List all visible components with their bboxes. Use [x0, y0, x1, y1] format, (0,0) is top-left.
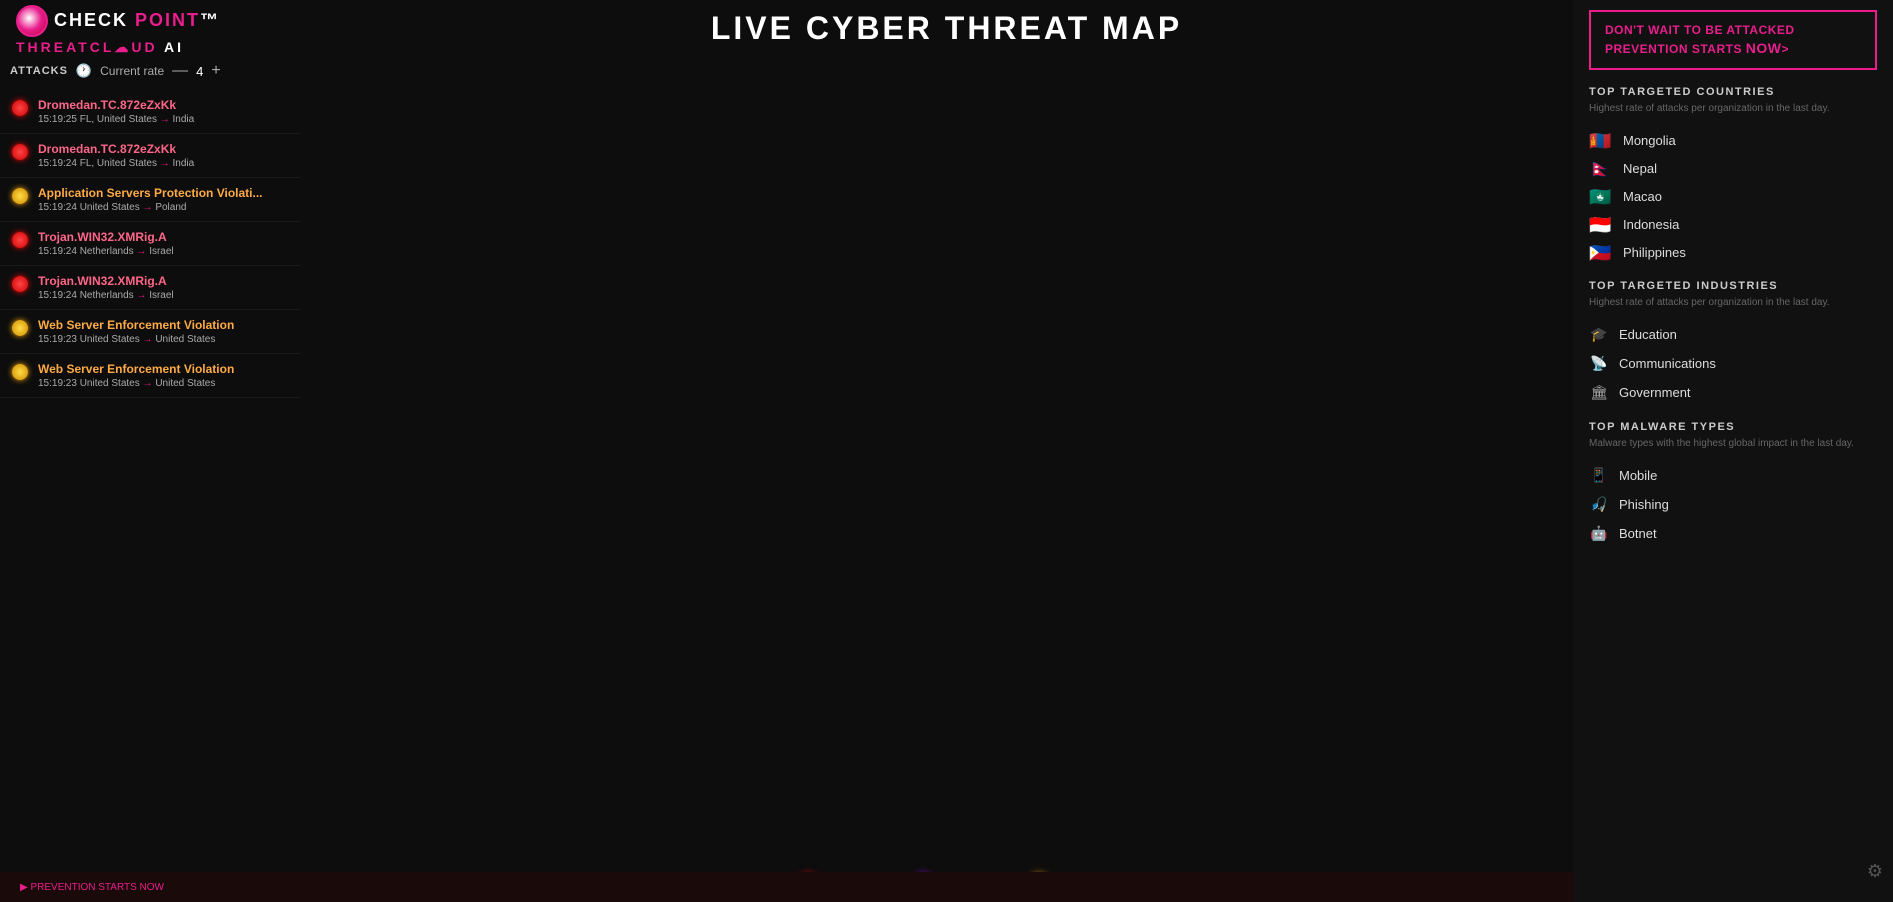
attack-detail-3: 15:19:24 Netherlands → Israel [38, 246, 288, 257]
logo-area: CHECK POINT™ THREATCL☁UD AI [16, 5, 220, 56]
attack-item-1[interactable]: Dromedan.TC.872eZxKk 15:19:24 FL, United… [0, 134, 300, 178]
country-item-mongolia: 🇲🇳 Mongolia [1589, 126, 1877, 154]
attack-log: Dromedan.TC.872eZxKk 15:19:25 FL, United… [0, 90, 300, 398]
attack-name-5: Web Server Enforcement Violation [38, 318, 278, 332]
attack-name-3: Trojan.WIN32.XMRig.A [38, 230, 278, 244]
attack-detail-2: 15:19:24 United States → Poland [38, 202, 288, 213]
bottom-banner-text: ▶ PREVENTION STARTS NOW [20, 882, 164, 893]
attack-name-0: Dromedan.TC.872eZxKk [38, 98, 278, 112]
industries-list: 🎓 Education 📡 Communications 🏛 Governmen… [1589, 320, 1877, 407]
attack-detail-0: 15:19:25 FL, United States → India [38, 114, 288, 125]
industry-name-government: Government [1619, 385, 1691, 400]
attack-info-6: Web Server Enforcement Violation 15:19:2… [38, 362, 288, 389]
rate-plus-button[interactable]: + [211, 62, 220, 80]
top-malware-subtitle: Malware types with the highest global im… [1589, 437, 1877, 451]
attack-detail-6: 15:19:23 United States → United States [38, 378, 288, 389]
top-countries-title: TOP TARGETED COUNTRIES [1589, 86, 1877, 98]
attack-info-0: Dromedan.TC.872eZxKk 15:19:25 FL, United… [38, 98, 288, 125]
malware-name-botnet: Botnet [1619, 526, 1657, 541]
attack-dot-exploit-5 [12, 320, 28, 336]
industry-communications: 📡 Communications [1589, 349, 1877, 378]
country-name-indonesia: Indonesia [1623, 217, 1679, 232]
attack-detail-5: 15:19:23 United States → United States [38, 334, 288, 345]
flag-mongolia: 🇲🇳 [1589, 132, 1613, 148]
country-name-mongolia: Mongolia [1623, 133, 1676, 148]
attack-dot-exploit-6 [12, 364, 28, 380]
attack-item-2[interactable]: Application Servers Protection Violati..… [0, 178, 300, 222]
attack-item-0[interactable]: Dromedan.TC.872eZxKk 15:19:25 FL, United… [0, 90, 300, 134]
attack-info-1: Dromedan.TC.872eZxKk 15:19:24 FL, United… [38, 142, 288, 169]
attack-dot-exploit-2 [12, 188, 28, 204]
country-item-macao: 🇲🇴 Macao [1589, 182, 1877, 210]
attack-dot-malware-3 [12, 232, 28, 248]
attacks-label: ATTACKS [10, 65, 68, 77]
top-industries-title: TOP TARGETED INDUSTRIES [1589, 280, 1877, 292]
rate-value: 4 [196, 64, 203, 79]
country-item-philippines: 🇵🇭 Philippines [1589, 238, 1877, 266]
settings-icon[interactable]: ⚙ [1867, 861, 1883, 882]
industry-name-communications: Communications [1619, 356, 1716, 371]
attack-info-3: Trojan.WIN32.XMRig.A 15:19:24 Netherland… [38, 230, 288, 257]
attack-item-3[interactable]: Trojan.WIN32.XMRig.A 15:19:24 Netherland… [0, 222, 300, 266]
attack-info-2: Application Servers Protection Violati..… [38, 186, 288, 213]
rate-minus-button[interactable]: — [172, 62, 188, 80]
malware-name-phishing: Phishing [1619, 497, 1669, 512]
country-name-macao: Macao [1623, 189, 1662, 204]
top-countries-subtitle: Highest rate of attacks per organization… [1589, 102, 1877, 116]
clock-icon: 🕐 [76, 63, 92, 79]
attack-info-4: Trojan.WIN32.XMRig.A 15:19:24 Netherland… [38, 274, 288, 301]
logo-top: CHECK POINT™ [16, 5, 220, 37]
attack-dot-malware-4 [12, 276, 28, 292]
attack-name-2: Application Servers Protection Violati..… [38, 186, 278, 200]
attack-name-4: Trojan.WIN32.XMRig.A [38, 274, 278, 288]
malware-phishing: 🎣 Phishing [1589, 490, 1877, 519]
flag-nepal: 🇳🇵 [1589, 160, 1613, 176]
communications-icon: 📡 [1589, 355, 1609, 372]
malware-mobile: 📱 Mobile [1589, 461, 1877, 490]
industry-education: 🎓 Education [1589, 320, 1877, 349]
attack-item-5[interactable]: Web Server Enforcement Violation 15:19:2… [0, 310, 300, 354]
flag-macao: 🇲🇴 [1589, 188, 1613, 204]
malware-botnet: 🤖 Botnet [1589, 519, 1877, 548]
attack-name-6: Web Server Enforcement Violation [38, 362, 278, 376]
attack-rate-bar: ATTACKS 🕐 Current rate — 4 + [10, 62, 221, 80]
education-icon: 🎓 [1589, 326, 1609, 343]
mobile-icon: 📱 [1589, 467, 1609, 484]
phishing-icon: 🎣 [1589, 496, 1609, 513]
current-rate-label: Current rate [100, 64, 164, 78]
country-item-nepal: 🇳🇵 Nepal [1589, 154, 1877, 182]
flag-indonesia: 🇮🇩 [1589, 216, 1613, 232]
page-title: LIVE CYBER THREAT MAP [711, 10, 1182, 47]
attack-dot-malware-1 [12, 144, 28, 160]
malware-name-mobile: Mobile [1619, 468, 1657, 483]
industry-government: 🏛 Government [1589, 378, 1877, 407]
country-name-philippines: Philippines [1623, 245, 1686, 260]
top-industries-subtitle: Highest rate of attacks per organization… [1589, 296, 1877, 310]
countries-list: 🇲🇳 Mongolia 🇳🇵 Nepal 🇲🇴 Macao 🇮🇩 Indones… [1589, 126, 1877, 266]
attack-dot-malware-0 [12, 100, 28, 116]
bottom-banner: ▶ PREVENTION STARTS NOW [0, 872, 1573, 902]
attack-item-4[interactable]: Trojan.WIN32.XMRig.A 15:19:24 Netherland… [0, 266, 300, 310]
industry-name-education: Education [1619, 327, 1677, 342]
attack-name-1: Dromedan.TC.872eZxKk [38, 142, 278, 156]
attack-detail-4: 15:19:24 Netherlands → Israel [38, 290, 288, 301]
botnet-icon: 🤖 [1589, 525, 1609, 542]
logo-circle [16, 5, 48, 37]
government-icon: 🏛 [1589, 384, 1609, 401]
header: CHECK POINT™ THREATCL☁UD AI LIVE CYBER T… [0, 0, 1893, 60]
attack-detail-1: 15:19:24 FL, United States → India [38, 158, 288, 169]
country-item-indonesia: 🇮🇩 Indonesia [1589, 210, 1877, 238]
threatcloud-text: THREATCL☁UD AI [16, 39, 220, 56]
top-malware-title: TOP MALWARE TYPES [1589, 421, 1877, 433]
attack-info-5: Web Server Enforcement Violation 15:19:2… [38, 318, 288, 345]
attack-item-6[interactable]: Web Server Enforcement Violation 15:19:2… [0, 354, 300, 398]
flag-philippines: 🇵🇭 [1589, 244, 1613, 260]
right-sidebar: DON'T WAIT TO BE ATTACKED PREVENTION STA… [1573, 0, 1893, 902]
malware-list: 📱 Mobile 🎣 Phishing 🤖 Botnet [1589, 461, 1877, 548]
logo-text: CHECK POINT™ [54, 10, 220, 31]
country-name-nepal: Nepal [1623, 161, 1657, 176]
